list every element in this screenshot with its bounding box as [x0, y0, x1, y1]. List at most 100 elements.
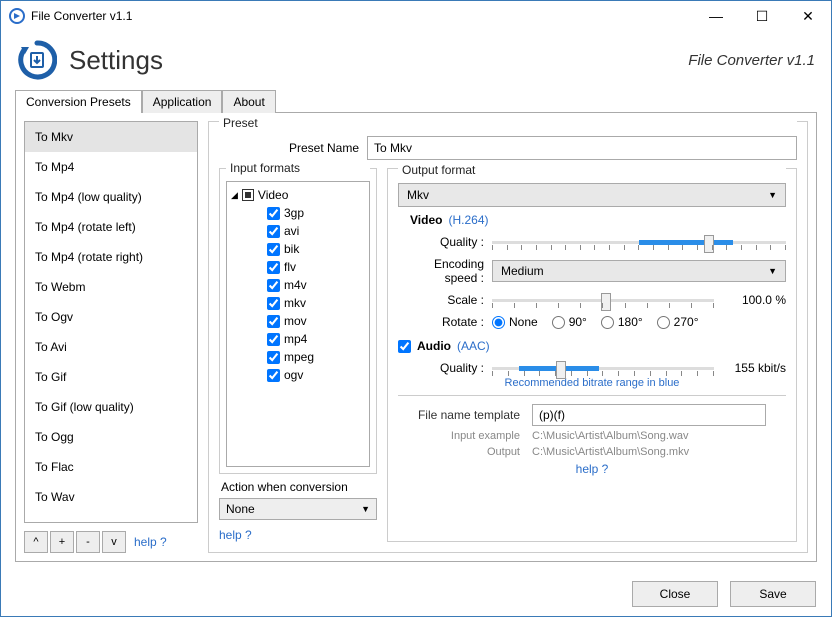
chevron-down-icon: ▼ — [768, 190, 777, 200]
preset-item[interactable]: To Mp4 — [25, 152, 197, 182]
tree-item[interactable]: m4v — [231, 276, 363, 294]
video-quality-label: Quality : — [398, 235, 484, 249]
tab-conversion-presets[interactable]: Conversion Presets — [15, 90, 142, 113]
preset-item[interactable]: To Wav — [25, 482, 197, 512]
output-format-select[interactable]: Mkv ▼ — [398, 183, 786, 207]
preset-item[interactable]: To Mp4 (rotate right) — [25, 242, 197, 272]
preset-item[interactable]: To Mp3 — [25, 512, 197, 523]
audio-quality-slider[interactable] — [492, 357, 714, 379]
preset-delete-button[interactable]: - — [76, 531, 100, 553]
chevron-down-icon: ▼ — [361, 504, 370, 514]
footer: Close Save — [632, 581, 816, 607]
scale-label: Scale : — [398, 293, 484, 307]
file-template-input[interactable] — [532, 404, 766, 426]
format-checkbox[interactable] — [267, 333, 280, 346]
format-checkbox[interactable] — [267, 297, 280, 310]
preset-item[interactable]: To Ogg — [25, 422, 197, 452]
category-checkbox-icon[interactable] — [242, 189, 254, 201]
format-label: avi — [284, 224, 299, 238]
video-quality-slider[interactable] — [492, 231, 786, 253]
page-header: Settings File Converter v1.1 — [1, 31, 831, 89]
minimize-button[interactable]: — — [693, 1, 739, 31]
preset-name-input[interactable] — [367, 136, 797, 160]
input-help-link[interactable]: help ? — [219, 528, 377, 542]
format-checkbox[interactable] — [267, 225, 280, 238]
tree-item[interactable]: mov — [231, 312, 363, 330]
tree-item[interactable]: mpeg — [231, 348, 363, 366]
rotate-options: None 90° 180° 270° — [492, 315, 699, 329]
format-label: flv — [284, 260, 296, 274]
format-checkbox[interactable] — [267, 315, 280, 328]
tabs: Conversion Presets Application About — [1, 90, 831, 113]
encoding-speed-select[interactable]: Medium ▼ — [492, 260, 786, 282]
audio-enable-checkbox[interactable] — [398, 340, 411, 353]
preset-item[interactable]: To Ogv — [25, 302, 197, 332]
tree-category-label: Video — [258, 188, 288, 202]
maximize-button[interactable]: ☐ — [739, 1, 785, 31]
preset-sidebar: To MkvTo Mp4To Mp4 (low quality)To Mp4 (… — [24, 121, 198, 553]
tree-item[interactable]: flv — [231, 258, 363, 276]
preset-item[interactable]: To Webm — [25, 272, 197, 302]
preset-item[interactable]: To Avi — [25, 332, 197, 362]
preset-item[interactable]: To Mkv — [25, 122, 197, 152]
input-example-value: C:\Music\Artist\Album\Song.wav — [532, 430, 689, 442]
preset-help-link[interactable]: help ? — [134, 535, 167, 549]
main-panel: To MkvTo Mp4To Mp4 (low quality)To Mp4 (… — [15, 112, 817, 562]
format-label: mpeg — [284, 350, 314, 364]
close-window-button[interactable]: ✕ — [785, 1, 831, 31]
action-value: None — [226, 502, 255, 516]
scale-slider[interactable] — [492, 289, 714, 311]
preset-item[interactable]: To Mp4 (low quality) — [25, 182, 197, 212]
format-checkbox[interactable] — [267, 351, 280, 364]
preset-item[interactable]: To Gif — [25, 362, 197, 392]
preset-list[interactable]: To MkvTo Mp4To Mp4 (low quality)To Mp4 (… — [24, 121, 198, 523]
preset-move-down-button[interactable]: v — [102, 531, 126, 553]
audio-quality-value: 155 kbit/s — [722, 361, 786, 375]
tree-item[interactable]: 3gp — [231, 204, 363, 222]
action-when-conversion-select[interactable]: None ▼ — [219, 498, 377, 520]
app-icon — [9, 8, 25, 24]
preset-move-up-button[interactable]: ^ — [24, 531, 48, 553]
tree-category-video[interactable]: ◢ Video — [231, 186, 363, 204]
window-title: File Converter v1.1 — [31, 9, 693, 23]
preset-item[interactable]: To Flac — [25, 452, 197, 482]
version-label: File Converter v1.1 — [688, 52, 815, 69]
tree-item[interactable]: ogv — [231, 366, 363, 384]
collapse-icon[interactable]: ◢ — [231, 190, 238, 201]
input-formats-tree[interactable]: ◢ Video 3gp avi bik flv m4vmkvmovmp4 mpeg ogv — [227, 182, 369, 388]
rotate-option-180[interactable]: 180° — [601, 315, 643, 329]
preset-item[interactable]: To Mp4 (rotate left) — [25, 212, 197, 242]
save-button[interactable]: Save — [730, 581, 816, 607]
tree-item[interactable]: mp4 — [231, 330, 363, 348]
output-example-value: C:\Music\Artist\Album\Song.mkv — [532, 446, 689, 458]
output-format-value: Mkv — [407, 188, 429, 202]
format-checkbox[interactable] — [267, 279, 280, 292]
chevron-down-icon: ▼ — [768, 266, 777, 276]
close-button[interactable]: Close — [632, 581, 718, 607]
tree-item[interactable]: bik — [231, 240, 363, 258]
output-example-label: Output — [398, 446, 520, 458]
scale-value: 100.0 % — [722, 293, 786, 307]
rotate-label: Rotate : — [398, 315, 484, 329]
preset-item[interactable]: To Gif (low quality) — [25, 392, 197, 422]
rotate-option-90[interactable]: 90° — [552, 315, 587, 329]
input-example-label: Input example — [398, 430, 520, 442]
video-section-label: Video — [410, 213, 442, 227]
format-checkbox[interactable] — [267, 207, 280, 220]
tab-application[interactable]: Application — [142, 90, 223, 113]
preset-add-button[interactable]: + — [50, 531, 74, 553]
tree-item[interactable]: avi — [231, 222, 363, 240]
tab-about[interactable]: About — [222, 90, 275, 113]
input-formats-legend: Input formats — [226, 161, 370, 175]
audio-section-label: Audio — [417, 339, 451, 353]
action-when-conversion-label: Action when conversion — [221, 480, 377, 494]
format-checkbox[interactable] — [267, 243, 280, 256]
format-checkbox[interactable] — [267, 369, 280, 382]
tree-item[interactable]: mkv — [231, 294, 363, 312]
rotate-option-270[interactable]: 270° — [657, 315, 699, 329]
format-checkbox[interactable] — [267, 261, 280, 274]
titlebar: File Converter v1.1 — ☐ ✕ — [1, 1, 831, 31]
rotate-option-none[interactable]: None — [492, 315, 538, 329]
output-help-link[interactable]: help ? — [576, 462, 609, 476]
preset-legend: Preset — [219, 116, 797, 130]
